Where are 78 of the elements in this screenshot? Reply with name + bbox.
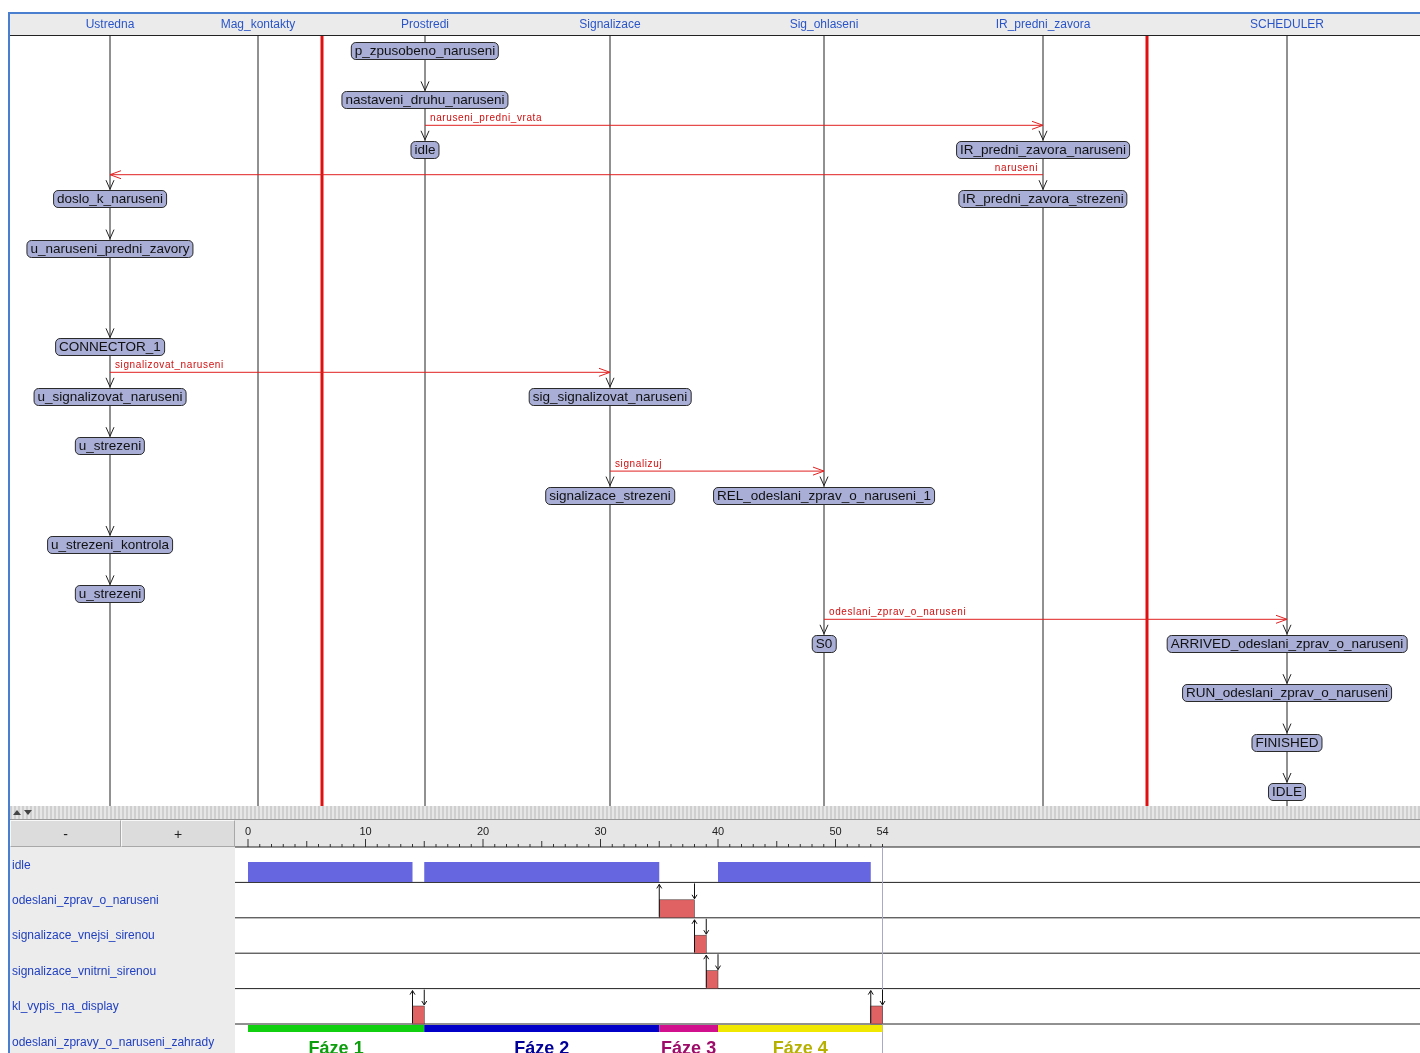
state-node: u_strezeni [74, 585, 146, 604]
collapse-up-icon[interactable] [13, 810, 21, 815]
signal-label: kl_vypis_na_display [11, 998, 120, 1016]
tick-label: 10 [359, 825, 372, 837]
lane-title: IR_predni_zavora [995, 17, 1091, 31]
tick-label: 54 [876, 825, 889, 837]
state-node: u_naruseni_predni_zavory [26, 239, 194, 258]
message-label: naruseni [994, 161, 1038, 173]
arrowhead-icon [605, 476, 615, 487]
up-arrow-icon [409, 990, 416, 1024]
arrowhead-icon [1282, 772, 1292, 783]
state-node: IR_predni_zavora_strezeni [958, 190, 1128, 209]
lane-title: SCHEDULER [1250, 17, 1324, 31]
state-node: u_strezeni_kontrola [47, 536, 173, 554]
tick-label: 20 [476, 825, 490, 837]
state-node: FINISHED [1251, 733, 1323, 752]
state-node: nastaveni_druhu_naruseni [341, 91, 509, 110]
arrowhead-icon [605, 377, 615, 388]
state-node: REL_odeslani_zprav_o_naruseni_1 [713, 486, 935, 505]
up-arrow-icon [691, 919, 698, 953]
arrowhead-icon [1038, 130, 1048, 141]
arrowhead-icon [105, 426, 115, 437]
signal-label: odeslani_zprav_o_naruseni [11, 892, 160, 910]
down-arrow-icon [421, 989, 428, 1006]
arrowhead-icon [105, 525, 115, 536]
tick-label: 30 [594, 825, 607, 837]
zoom-out-button[interactable]: - [10, 820, 121, 847]
state-node: doslo_k_naruseni [53, 190, 167, 209]
arrowhead-icon [420, 130, 430, 141]
state-node: u_strezeni [74, 437, 146, 456]
state-node: ARRIVED_odeslani_zprav_o_naruseni [1166, 634, 1408, 653]
message-label: signalizovat_naruseni [115, 359, 224, 371]
tick-label: 0 [245, 825, 252, 837]
arrowhead-icon [1282, 624, 1292, 635]
lane-title: Sig_ohlaseni [789, 17, 859, 31]
state-node: CONNECTOR_1 [55, 338, 165, 357]
signal-label: idle [11, 856, 32, 874]
up-arrow-icon [656, 883, 663, 918]
signal-label: signalizace_vnitrni_sirenou [11, 962, 158, 980]
arrowhead-icon [105, 574, 115, 585]
down-arrow-icon [879, 989, 886, 1006]
lane-title: Signalizace [579, 17, 641, 31]
arrowhead-icon [105, 377, 115, 388]
arrowhead-icon [105, 229, 115, 240]
tick-label: 40 [711, 825, 725, 837]
message-label: signalizuj [615, 458, 663, 470]
arrowhead-icon [819, 624, 829, 635]
lane-title: Prostredi [401, 17, 449, 31]
state-node: p_zpusobeno_naruseni [350, 42, 500, 60]
arrowhead-icon [1282, 723, 1292, 734]
state-node: u_signalizovat_naruseni [33, 387, 187, 406]
state-node: sig_signalizovat_naruseni [528, 387, 692, 406]
up-arrow-icon [867, 990, 874, 1024]
arrowhead-icon [1282, 673, 1292, 684]
up-arrow-icon [703, 954, 710, 989]
lane-title: Ustredna [85, 17, 135, 31]
zoom-in-button[interactable]: + [121, 820, 235, 847]
down-arrow-icon [703, 918, 710, 935]
state-node: RUN_odeslani_zprav_o_naruseni [1182, 684, 1392, 703]
down-arrow-icon [691, 882, 698, 900]
state-node: IDLE [1268, 783, 1306, 801]
arrowhead-icon [105, 327, 115, 338]
state-node: S0 [811, 634, 837, 653]
lane-title: Mag_kontakty [220, 17, 296, 31]
tick-label: 50 [829, 825, 842, 837]
signal-label: odeslani_zpravy_o_naruseni_zahrady [11, 1033, 216, 1051]
arrowhead-icon [105, 179, 115, 190]
state-node: IR_predni_zavora_naruseni [956, 140, 1130, 159]
down-arrow-icon [715, 953, 721, 971]
signal-label: signalizace_vnejsi_sirenou [11, 927, 156, 945]
arrowhead-icon [819, 476, 829, 487]
message-label: odeslani_zprav_o_naruseni [829, 606, 967, 618]
state-node: signalizace_strezeni [545, 486, 675, 505]
expand-down-icon[interactable] [24, 810, 32, 815]
arrowhead-icon [1038, 179, 1048, 190]
message-label: naruseni_predni_vrata [430, 112, 543, 124]
state-node: idle [410, 140, 440, 159]
arrowhead-icon [420, 80, 430, 91]
